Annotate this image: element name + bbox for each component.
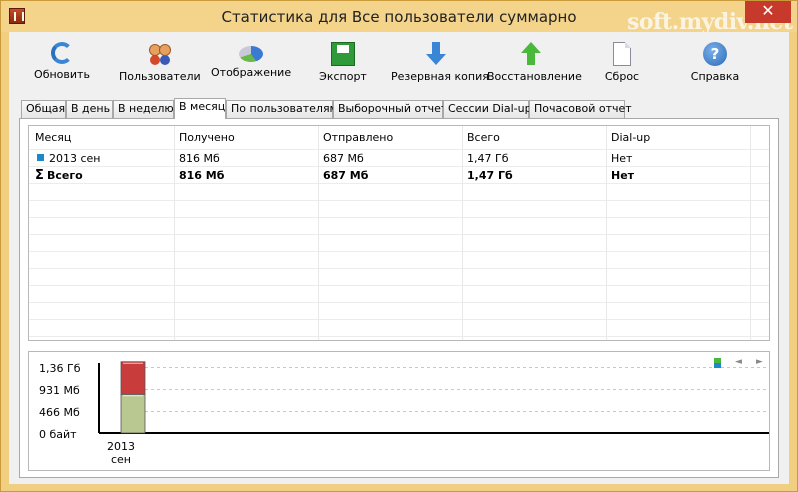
chart-prev-button[interactable]: ◄ [735,357,742,367]
refresh-icon [51,42,73,64]
help-label: Справка [690,70,740,83]
refresh-label: Обновить [34,68,90,81]
display-label: Отображение [211,66,292,79]
export-button[interactable]: Экспорт [315,42,371,88]
export-icon [331,42,355,66]
cell-total: 1,47 Гб [467,152,509,165]
cell-received: 816 Мб [179,152,220,165]
bar-segment-0 [120,393,146,434]
cell-total-dialup: Нет [611,169,635,182]
tab-dialup-sessions[interactable]: Сессии Dial-up [443,100,532,118]
pie-chart-icon [239,46,263,62]
tab-week[interactable]: В неделю [113,100,174,118]
table-header: Месяц Получено Отправлено Всего Dial-up [29,126,769,150]
client-area: Обновить Пользователи Отображение Экспор… [9,32,789,484]
month-icon [37,154,44,161]
empty-row [29,269,769,286]
month-value: 2013 сен [49,152,101,165]
x-tick-month: сен [110,453,131,466]
help-button[interactable]: ? Справка [689,42,741,88]
cell-dialup: Нет [611,152,633,165]
tab-panel-month: Месяц Получено Отправлено Всего Dial-up … [19,118,779,478]
empty-row [29,218,769,235]
close-button[interactable]: ✕ [745,1,791,23]
refresh-button[interactable]: Обновить [31,42,93,88]
cell-sent: 687 Мб [323,152,364,165]
table-total-row[interactable]: Σ Всего 816 Мб 687 Мб 1,47 Гб Нет [29,167,769,184]
help-icon: ? [703,42,727,66]
empty-row [29,286,769,303]
column-header-sent[interactable]: Отправлено [323,126,393,150]
restore-button[interactable]: Восстановление [487,42,582,88]
users-label: Пользователи [119,70,201,83]
sigma-icon: Σ [35,168,44,183]
empty-row [29,303,769,320]
users-icon [147,42,171,66]
column-header-total[interactable]: Всего [467,126,500,150]
reset-label: Сброс [604,70,640,83]
backup-button[interactable]: Резервная копия [391,42,489,88]
cell-total-sent: 687 Мб [323,169,369,182]
title-bar[interactable]: Статистика для Все пользователи суммарно… [1,1,797,35]
column-header-dialup[interactable]: Dial-up [611,126,650,150]
reset-document-icon [613,42,631,66]
tab-custom-report[interactable]: Выборочный отчет [333,100,447,118]
stats-table[interactable]: Месяц Получено Отправлено Всего Dial-up … [28,125,770,341]
x-tick-year: 2013 [107,440,135,453]
empty-row [29,201,769,218]
cell-total-received: 816 Мб [179,169,225,182]
total-label: Всего [47,169,83,182]
empty-row [29,252,769,269]
backup-arrow-down-icon [424,42,448,66]
cell-total-label: Σ Всего [35,167,83,184]
toolbar: Обновить Пользователи Отображение Экспор… [9,32,789,92]
bar-segment-1 [120,361,146,395]
backup-label: Резервная копия [391,70,489,83]
reset-button[interactable]: Сброс [597,42,647,88]
empty-row [29,320,769,337]
x-tick-label: 2013 сен [101,440,141,466]
tab-by-users[interactable]: По пользователям [226,100,338,118]
table-row[interactable]: 2013 сен 816 Мб 687 Мб 1,47 Гб Нет [29,150,769,167]
tab-general[interactable]: Общая [21,100,66,118]
empty-row [29,184,769,201]
tab-day[interactable]: В день [66,100,113,118]
empty-row [29,235,769,252]
column-header-month[interactable]: Месяц [35,126,71,150]
column-header-received[interactable]: Получено [179,126,235,150]
restore-arrow-up-icon [519,42,543,66]
cell-total-total: 1,47 Гб [467,169,513,182]
legend-icon[interactable] [714,358,721,368]
restore-label: Восстановление [487,70,582,83]
tab-hourly-report[interactable]: Почасовой отчет [529,100,632,118]
export-label: Экспорт [319,70,367,83]
users-button[interactable]: Пользователи [119,42,201,88]
app-window: Статистика для Все пользователи суммарно… [0,0,798,492]
traffic-chart: 1,36 Гб 931 Мб 466 Мб 0 байт 2013 сен ◄ ► [28,351,770,471]
cell-month: 2013 сен [37,150,101,167]
tab-month[interactable]: В месяц [174,98,226,119]
display-button[interactable]: Отображение [211,42,291,88]
chart-next-button[interactable]: ► [756,357,763,367]
